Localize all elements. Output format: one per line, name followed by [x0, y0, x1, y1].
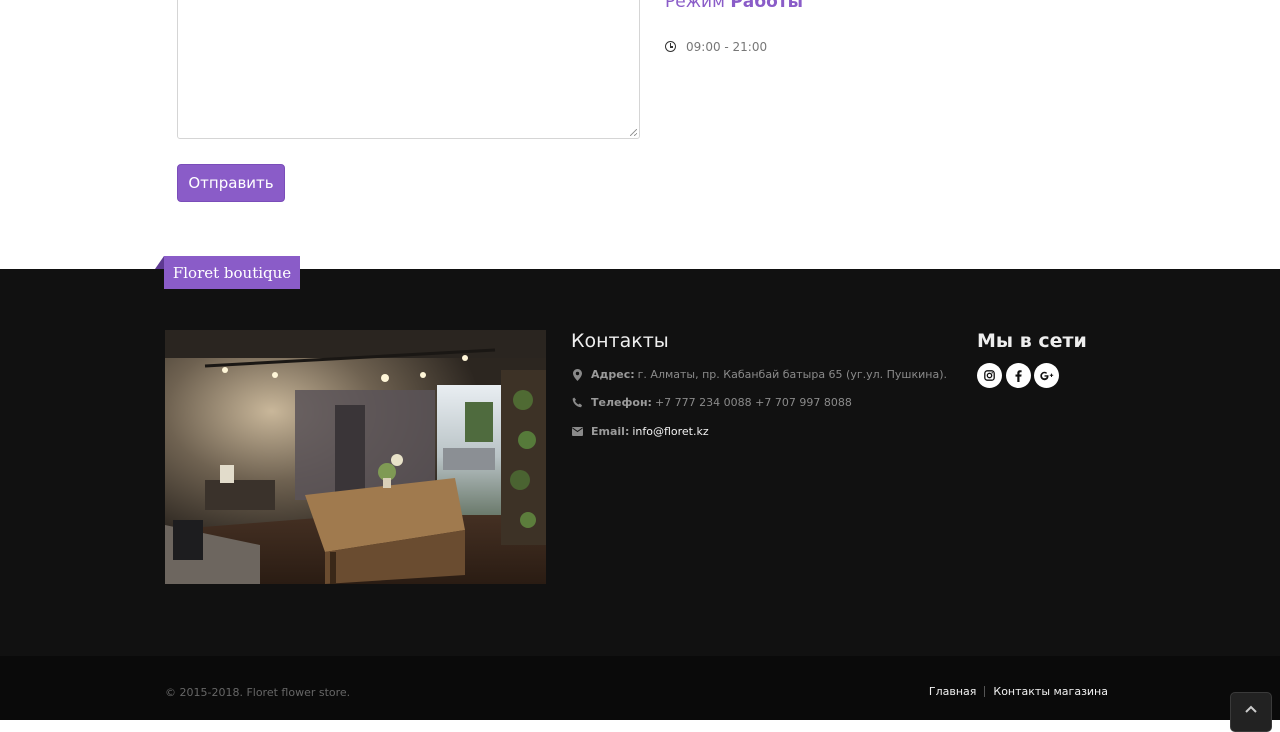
message-textarea[interactable]: [177, 0, 640, 139]
contact-phone: Телефон: +7 777 234 0088 +7 707 997 8088: [571, 396, 852, 409]
bottom-bar: © 2015-2018. Floret flower store. Главна…: [0, 656, 1280, 732]
map-pin-icon: [571, 368, 583, 381]
social-title: Мы в сети: [977, 330, 1087, 352]
instagram-icon: [984, 370, 995, 381]
phone-icon: [571, 397, 583, 409]
address-label: Адрес:: [591, 368, 635, 381]
contacts-title: Контакты: [571, 330, 669, 352]
envelope-icon: [571, 426, 583, 438]
store-photo: [165, 330, 546, 584]
google-plus-icon: [1039, 371, 1053, 380]
copyright: © 2015-2018. Floret flower store.: [165, 686, 351, 699]
brand-ribbon: Floret boutique: [164, 256, 300, 289]
nav-separator: [984, 686, 986, 697]
working-hours-title-bold: Работы: [730, 0, 804, 12]
send-button[interactable]: Отправить: [177, 164, 285, 202]
scroll-to-top-button[interactable]: [1230, 692, 1272, 732]
facebook-icon: [1015, 369, 1022, 382]
chevron-up-icon: [1245, 705, 1257, 713]
contact-email: Email: info@floret.kz: [571, 425, 709, 438]
working-hours-value: 09:00 - 21:00: [686, 40, 768, 54]
facebook-button[interactable]: [1006, 363, 1031, 388]
footer: Floret boutique Контакты Адрес: г. Алмат…: [0, 256, 1280, 656]
phone-value: +7 777 234 0088 +7 707 997 8088: [654, 396, 852, 409]
contact-address: Адрес: г. Алматы, пр. Кабанбай батыра 65…: [571, 368, 947, 381]
store-interior-image: [165, 330, 546, 584]
clock-icon: [665, 41, 676, 52]
phone-label: Телефон:: [591, 396, 652, 409]
resize-grip[interactable]: [630, 129, 637, 136]
email-label: Email:: [591, 425, 630, 438]
ribbon-fold: [155, 256, 164, 269]
bottom-nav: Главная Контакты магазина: [929, 685, 1108, 698]
email-link[interactable]: info@floret.kz: [632, 425, 708, 438]
contact-section: Отправить Режим Работы 09:00 - 21:00: [0, 0, 1280, 269]
address-value: г. Алматы, пр. Кабанбай батыра 65 (уг.ул…: [637, 368, 948, 381]
google-plus-button[interactable]: [1034, 363, 1059, 388]
instagram-button[interactable]: [977, 363, 1002, 388]
working-hours-title-prefix: Режим: [665, 0, 725, 12]
nav-link-home[interactable]: Главная: [929, 685, 977, 698]
nav-link-contacts[interactable]: Контакты магазина: [993, 685, 1108, 698]
working-hours-title: Режим Работы: [665, 0, 803, 12]
